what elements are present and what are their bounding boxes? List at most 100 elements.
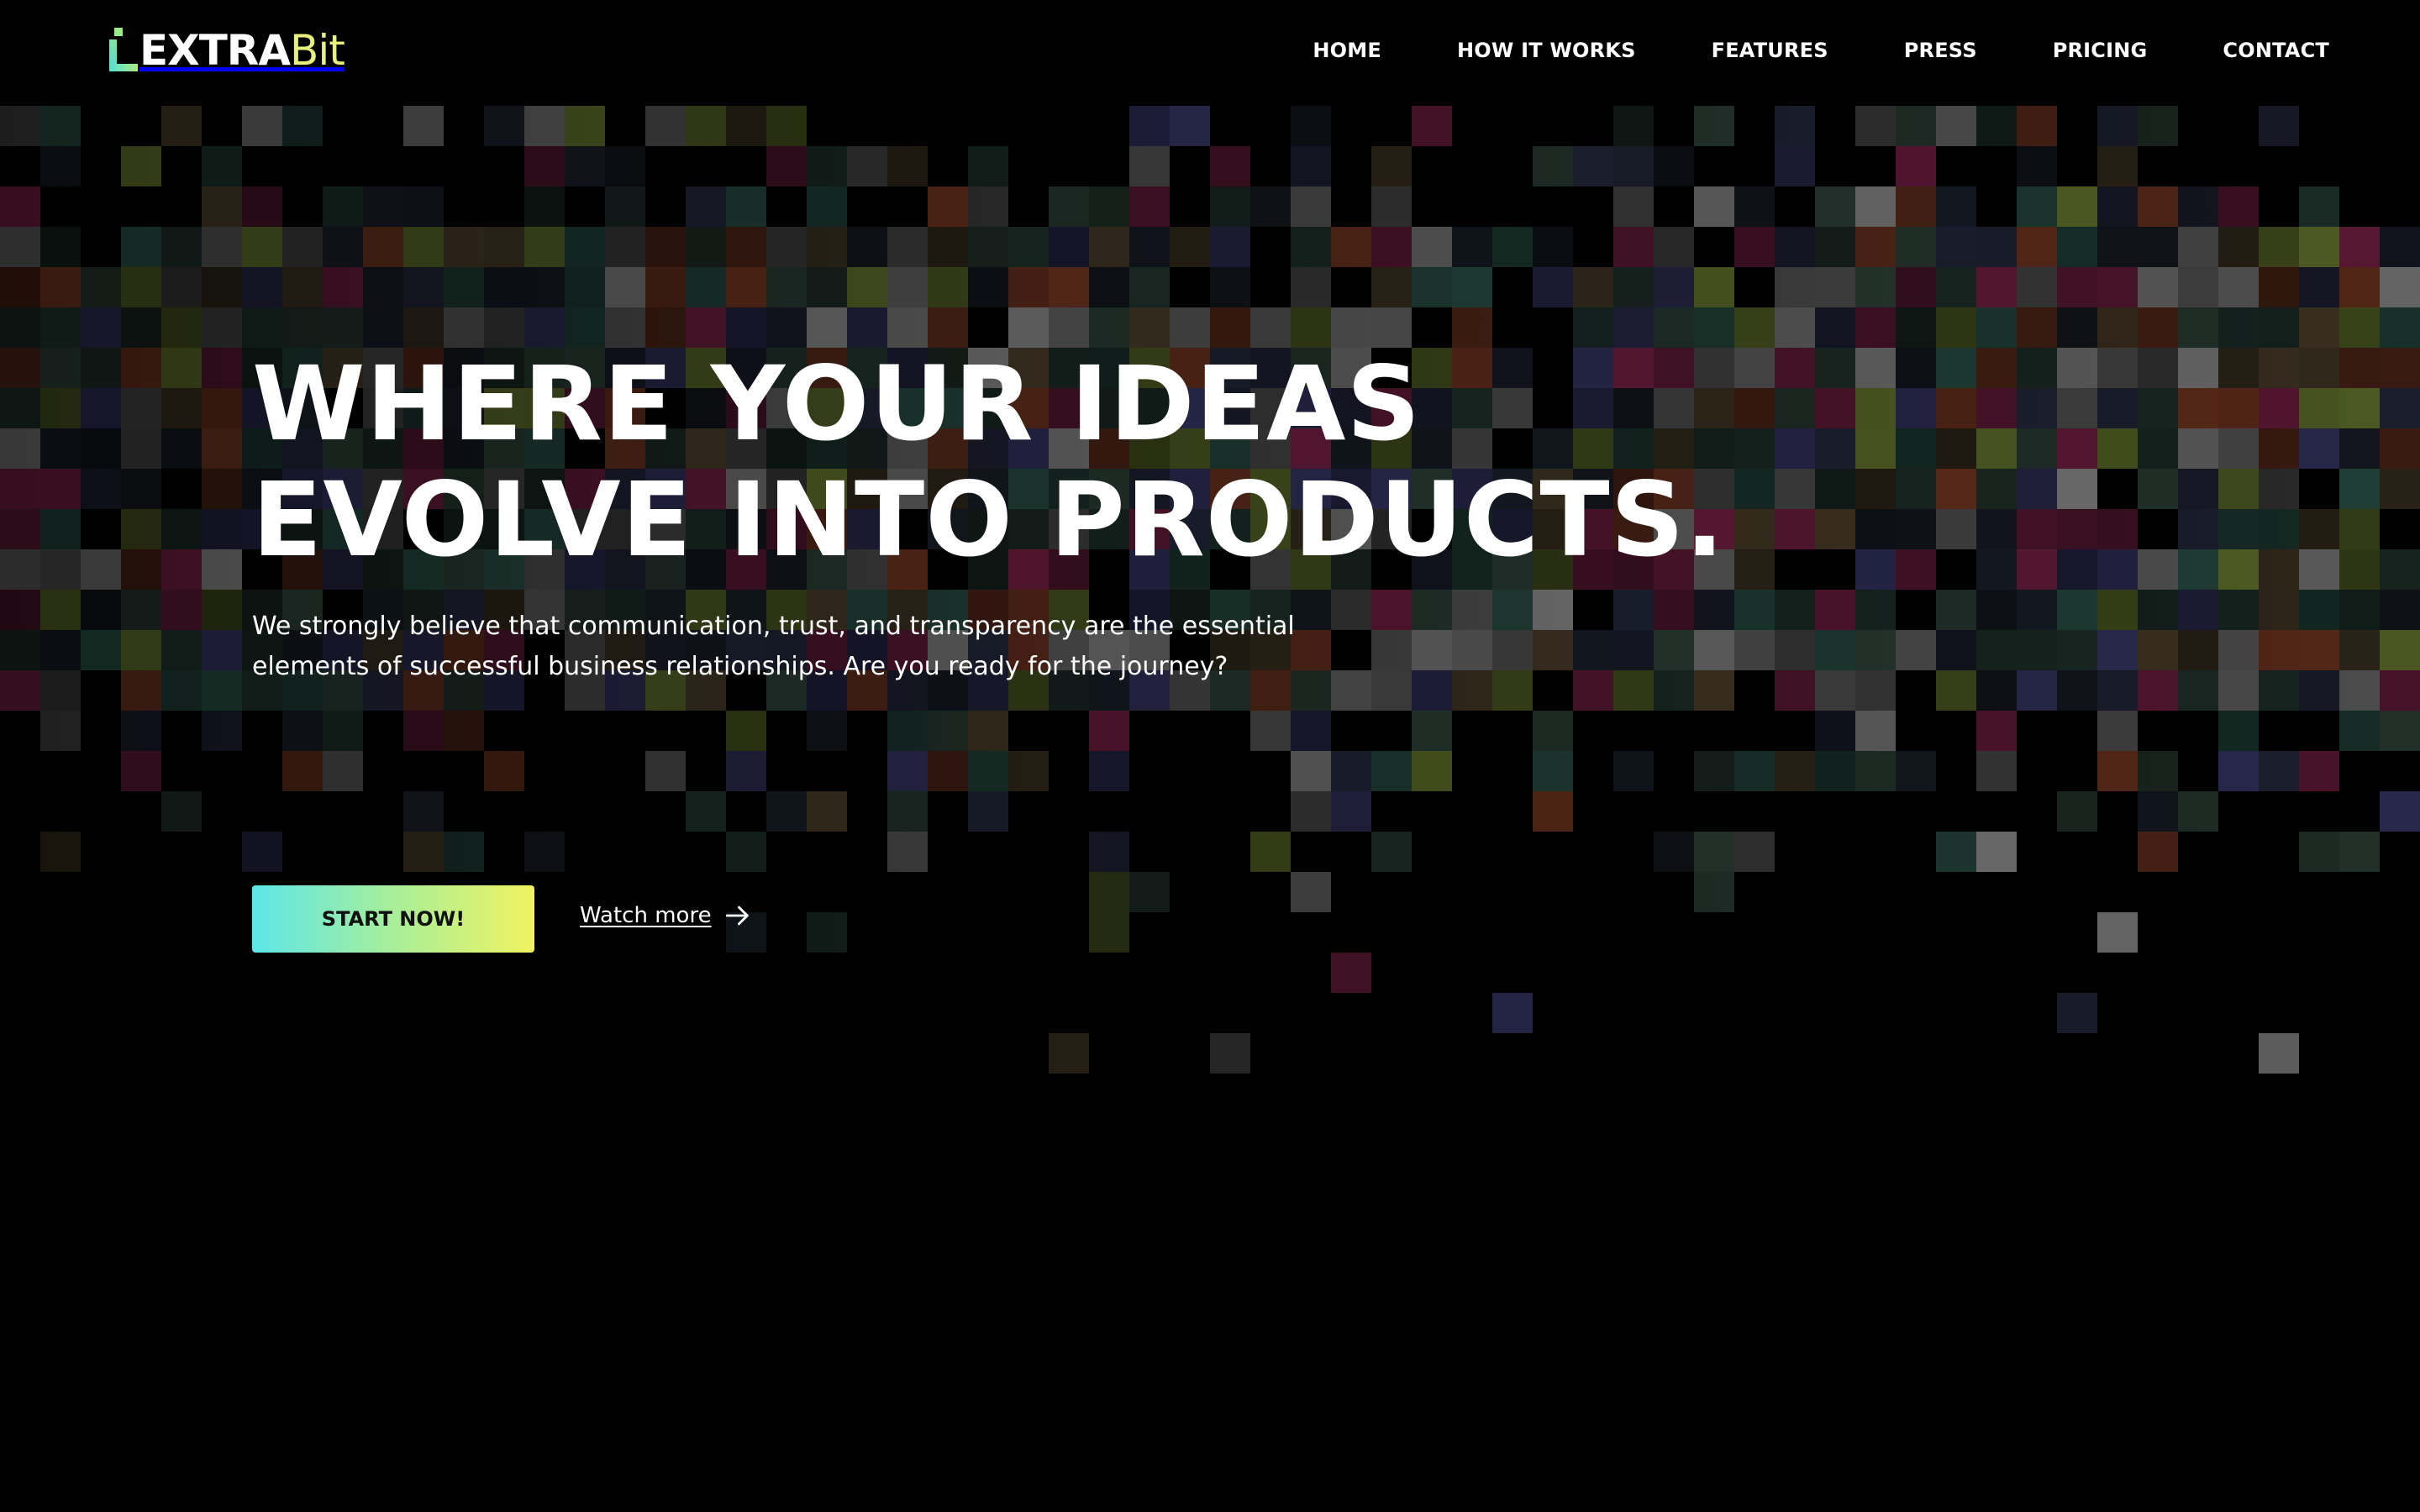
mosaic-tile (605, 307, 645, 348)
mosaic-tile (1976, 428, 2017, 469)
mosaic-tile (1694, 872, 1734, 912)
mosaic-tile (2218, 307, 2259, 348)
mosaic-tile (2259, 227, 2299, 267)
mosaic-tile (2380, 590, 2420, 630)
mosaic-tile (1815, 751, 1855, 791)
mosaic-tile (2299, 307, 2339, 348)
nav-item-press[interactable]: PRESS (1904, 39, 1977, 62)
mosaic-tile (1170, 307, 1210, 348)
mosaic-tile (1936, 630, 1976, 670)
mosaic-tile (1613, 307, 1654, 348)
mosaic-tile (2057, 428, 2097, 469)
mosaic-tile (1976, 590, 2017, 630)
mosaic-tile (605, 186, 645, 227)
mosaic-tile (2259, 106, 2299, 146)
mosaic-tile (2380, 388, 2420, 428)
mosaic-tile (1250, 832, 1291, 872)
mosaic-tile (1654, 227, 1694, 267)
mosaic-tile (1412, 751, 1452, 791)
mosaic-tile (242, 186, 282, 227)
nav-item-home[interactable]: HOME (1313, 39, 1381, 62)
mosaic-tile (1089, 711, 1129, 751)
mosaic-tile (1896, 469, 1936, 509)
logo-text-main: EXTRA (139, 26, 291, 75)
mosaic-tile (1049, 267, 1089, 307)
mosaic-tile (2017, 469, 2057, 509)
mosaic-tile (1210, 267, 1250, 307)
mosaic-tile (403, 791, 444, 832)
mosaic-tile (807, 186, 847, 227)
mosaic-tile (726, 307, 766, 348)
mosaic-tile (1936, 428, 1976, 469)
mosaic-tile (2057, 993, 2097, 1033)
mosaic-tile (363, 267, 403, 307)
mosaic-tile (807, 791, 847, 832)
mosaic-tile (2178, 267, 2218, 307)
watch-more-link[interactable]: Watch more (580, 901, 752, 930)
mosaic-tile (363, 227, 403, 267)
mosaic-tile (121, 307, 161, 348)
start-now-button[interactable]: START NOW! (252, 885, 534, 953)
mosaic-tile (242, 106, 282, 146)
mosaic-tile (605, 146, 645, 186)
mosaic-tile (1452, 307, 1492, 348)
mosaic-tile (444, 307, 484, 348)
hero-description-line-1: We strongly believe that communication, … (252, 612, 1295, 641)
mosaic-tile (1210, 1033, 1250, 1074)
mosaic-tile (565, 227, 605, 267)
mosaic-tile (2138, 630, 2178, 670)
mosaic-tile (2299, 428, 2339, 469)
mosaic-tile (161, 549, 202, 590)
nav-item-how-it-works[interactable]: HOW IT WORKS (1457, 39, 1636, 62)
mosaic-tile (1936, 670, 1976, 711)
mosaic-tile (282, 307, 323, 348)
mosaic-tile (2299, 388, 2339, 428)
mosaic-tile (2178, 469, 2218, 509)
mosaic-tile (2380, 670, 2420, 711)
mosaic-tile (2259, 267, 2299, 307)
nav-item-pricing[interactable]: PRICING (2053, 39, 2148, 62)
mosaic-tile (1896, 348, 1936, 388)
mosaic-tile (2339, 388, 2380, 428)
mosaic-tile (1371, 751, 1412, 791)
mosaic-tile (1896, 388, 1936, 428)
mosaic-tile (2339, 630, 2380, 670)
mosaic-tile (121, 146, 161, 186)
mosaic-tile (686, 227, 726, 267)
mosaic-tile (2017, 186, 2057, 227)
mosaic-tile (605, 227, 645, 267)
nav-item-contact[interactable]: CONTACT (2223, 39, 2329, 62)
mosaic-tile (2057, 549, 2097, 590)
mosaic-tile (1089, 912, 1129, 953)
mosaic-tile (2380, 469, 2420, 509)
mosaic-tile (1291, 751, 1331, 791)
mosaic-tile (1815, 307, 1855, 348)
mosaic-tile (121, 348, 161, 388)
mosaic-tile (2057, 509, 2097, 549)
logo-link[interactable]: EXTRABit (106, 24, 345, 77)
mosaic-tile (81, 590, 121, 630)
mosaic-tile (2380, 791, 2420, 832)
mosaic-tile (202, 670, 242, 711)
mosaic-tile (928, 751, 968, 791)
mosaic-tile (484, 751, 524, 791)
mosaic-tile (1533, 711, 1573, 751)
mosaic-tile (121, 751, 161, 791)
mosaic-tile (242, 307, 282, 348)
mosaic-tile (565, 267, 605, 307)
mosaic-tile (1855, 670, 1896, 711)
mosaic-tile (2138, 590, 2178, 630)
mosaic-tile (2138, 186, 2178, 227)
mosaic-tile (1976, 711, 2017, 751)
mosaic-tile (1291, 711, 1331, 751)
mosaic-tile (2097, 912, 2138, 953)
mosaic-tile (323, 186, 363, 227)
mosaic-tile (1291, 791, 1331, 832)
hero-cta-row: START NOW! Watch more (252, 885, 752, 953)
mosaic-tile (2218, 549, 2259, 590)
mosaic-tile (1936, 469, 1976, 509)
mosaic-tile (766, 146, 807, 186)
mosaic-tile (2057, 590, 2097, 630)
mosaic-tile (323, 711, 363, 751)
nav-item-features[interactable]: FEATURES (1712, 39, 1828, 62)
